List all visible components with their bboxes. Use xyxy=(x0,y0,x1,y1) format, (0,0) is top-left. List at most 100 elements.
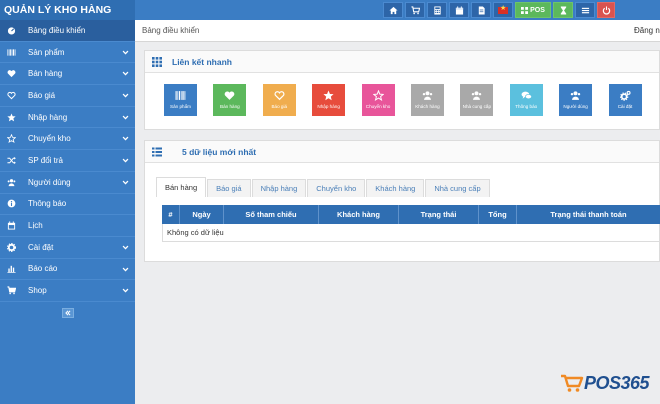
calculator-button[interactable] xyxy=(427,2,447,18)
sidebar-item-reports[interactable]: Báo cáo xyxy=(0,259,135,281)
pos365-logo: POS365 xyxy=(560,370,656,396)
quick-link-transfers[interactable]: Chuyển kho xyxy=(361,84,395,116)
sidebar-item-label: Báo cáo xyxy=(28,264,58,274)
chevron-down-icon xyxy=(122,267,129,272)
sidebar-item-label: SP đổi trả xyxy=(28,155,63,165)
column-header-payment-status[interactable]: Trạng thái thanh toán xyxy=(517,205,660,224)
quick-links-header: Liên kết nhanh xyxy=(145,51,659,73)
cart-button[interactable] xyxy=(405,2,425,18)
login-link[interactable]: Đăng nh xyxy=(634,26,660,35)
column-header-total[interactable]: Tổng xyxy=(479,205,517,224)
tab-quotes[interactable]: Báo giá xyxy=(207,179,251,197)
tile-label: Nhập hàng xyxy=(317,104,340,109)
sidebar-item-label: Sản phẩm xyxy=(28,47,65,57)
quick-link-settings[interactable]: Cài đặt xyxy=(608,84,642,116)
quick-link-notifications[interactable]: Thông báo xyxy=(509,84,543,116)
sidebar-item-label: Báo giá xyxy=(28,90,56,100)
sidebar-item-sales[interactable]: Bán hàng xyxy=(0,63,135,86)
sidebar-item-transfers[interactable]: Chuyển kho xyxy=(0,128,135,151)
heart-outline-icon xyxy=(274,91,285,101)
pos-button[interactable]: POS xyxy=(515,2,551,18)
tab-sales[interactable]: Bán hàng xyxy=(156,177,207,197)
document-button[interactable] xyxy=(471,2,491,18)
bar-chart-icon xyxy=(6,264,16,274)
quick-links-panel: Liên kết nhanh Sản phẩm Bán hàng Báo giá… xyxy=(144,50,660,130)
hourglass-button[interactable] xyxy=(553,2,573,18)
sidebar-item-label: Thông báo xyxy=(28,199,67,209)
quick-link-purchases[interactable]: Nhập hàng xyxy=(312,84,346,116)
home-button[interactable] xyxy=(383,2,403,18)
power-icon xyxy=(602,5,610,14)
heart-icon xyxy=(225,91,235,100)
flag-vn-icon xyxy=(498,4,508,14)
table-empty-row: Không có dữ liệu xyxy=(162,224,660,242)
sidebar-item-settings[interactable]: Cài đặt xyxy=(0,237,135,259)
sidebar-collapse-button[interactable] xyxy=(62,308,74,318)
sidebar-item-dashboard[interactable]: Bảng điều khiển xyxy=(0,20,135,42)
sidebar-item-products[interactable]: Sản phẩm xyxy=(0,42,135,64)
sidebar-item-label: Cài đặt xyxy=(28,242,54,252)
column-header-index[interactable]: # xyxy=(162,205,180,224)
quick-link-products[interactable]: Sản phẩm xyxy=(164,84,197,116)
users-icon xyxy=(422,91,433,100)
power-button[interactable] xyxy=(597,2,615,18)
toolbar: POS xyxy=(383,2,615,18)
chevron-down-icon xyxy=(122,72,129,76)
chevron-down-icon xyxy=(122,137,129,141)
latest-data-panel: 5 dữ liệu mới nhất Bán hàng Báo giá Nhập… xyxy=(144,140,660,262)
hourglass-icon xyxy=(560,5,566,15)
quick-link-suppliers[interactable]: Nhà cung cấp xyxy=(460,84,494,116)
tab-purchases[interactable]: Nhập hàng xyxy=(251,179,307,197)
heart-icon xyxy=(6,69,16,79)
list-icon xyxy=(581,7,589,13)
tile-label: Nhà cung cấp xyxy=(462,104,492,109)
double-chevron-left-icon xyxy=(65,310,71,316)
quick-link-quotes[interactable]: Báo giá xyxy=(262,84,296,116)
quick-link-sales[interactable]: Bán hàng xyxy=(213,84,247,116)
sidebar-item-shop[interactable]: Shop xyxy=(0,280,135,302)
sidebar-item-label: Shop xyxy=(28,286,47,296)
breadcrumb-bar: Bảng điều khiển Đăng nh xyxy=(135,20,660,42)
language-button[interactable] xyxy=(493,2,513,18)
barcode-icon xyxy=(6,47,16,57)
sidebar-item-returns[interactable]: SP đổi trả xyxy=(0,150,135,172)
grid-icon xyxy=(521,6,529,14)
sidebar-item-label: Chuyển kho xyxy=(28,134,71,144)
tab-transfers[interactable]: Chuyển kho xyxy=(307,179,366,197)
app-title[interactable]: QUẢN LÝ KHO HÀNG xyxy=(0,0,135,20)
tab-customers[interactable]: Khách hàng xyxy=(366,179,425,197)
cart-icon xyxy=(6,286,16,296)
quick-link-tiles: Sản phẩm Bán hàng Báo giá Nhập hàng Chuy… xyxy=(164,84,642,116)
column-header-customer[interactable]: Khách hàng xyxy=(319,205,399,224)
table-header-row: # Ngày Số tham chiếu Khách hàng Trạng th… xyxy=(162,205,660,224)
users-icon xyxy=(6,177,16,187)
sidebar-item-users[interactable]: Người dùng xyxy=(0,172,135,194)
sidebar-item-notifications[interactable]: Thông báo xyxy=(0,194,135,216)
tile-label: Cài đặt xyxy=(617,104,633,109)
tile-label: Chuyển kho xyxy=(365,104,391,109)
info-icon xyxy=(6,199,16,209)
column-header-reference[interactable]: Số tham chiếu xyxy=(224,205,319,224)
quick-link-users[interactable]: Người dùng xyxy=(559,84,593,116)
list-button[interactable] xyxy=(575,2,595,18)
logo-text: POS365 xyxy=(584,372,650,393)
calendar-icon xyxy=(6,221,16,231)
sidebar-item-purchases[interactable]: Nhập hàng xyxy=(0,107,135,129)
pos-label: POS xyxy=(530,6,545,14)
document-icon xyxy=(478,5,485,15)
quick-link-customers[interactable]: Khách hàng xyxy=(410,84,444,116)
column-header-date[interactable]: Ngày xyxy=(180,205,224,224)
sidebar: Bảng điều khiển Sản phẩm Bán hàng Báo gi… xyxy=(0,20,135,404)
tile-label: Người dùng xyxy=(563,104,588,109)
tile-label: Báo giá xyxy=(271,104,288,109)
calendar-button[interactable] xyxy=(449,2,469,18)
sidebar-item-label: Lịch xyxy=(28,221,43,231)
chevron-down-icon xyxy=(122,158,129,163)
cog-icon xyxy=(6,242,16,252)
tile-label: Khách hàng xyxy=(415,104,440,109)
sidebar-item-calendar[interactable]: Lịch xyxy=(0,215,135,237)
sidebar-item-quotes[interactable]: Báo giá xyxy=(0,85,135,107)
column-header-status[interactable]: Trạng thái xyxy=(399,205,479,224)
tab-suppliers[interactable]: Nhà cung cấp xyxy=(425,179,490,197)
home-icon xyxy=(388,6,398,14)
